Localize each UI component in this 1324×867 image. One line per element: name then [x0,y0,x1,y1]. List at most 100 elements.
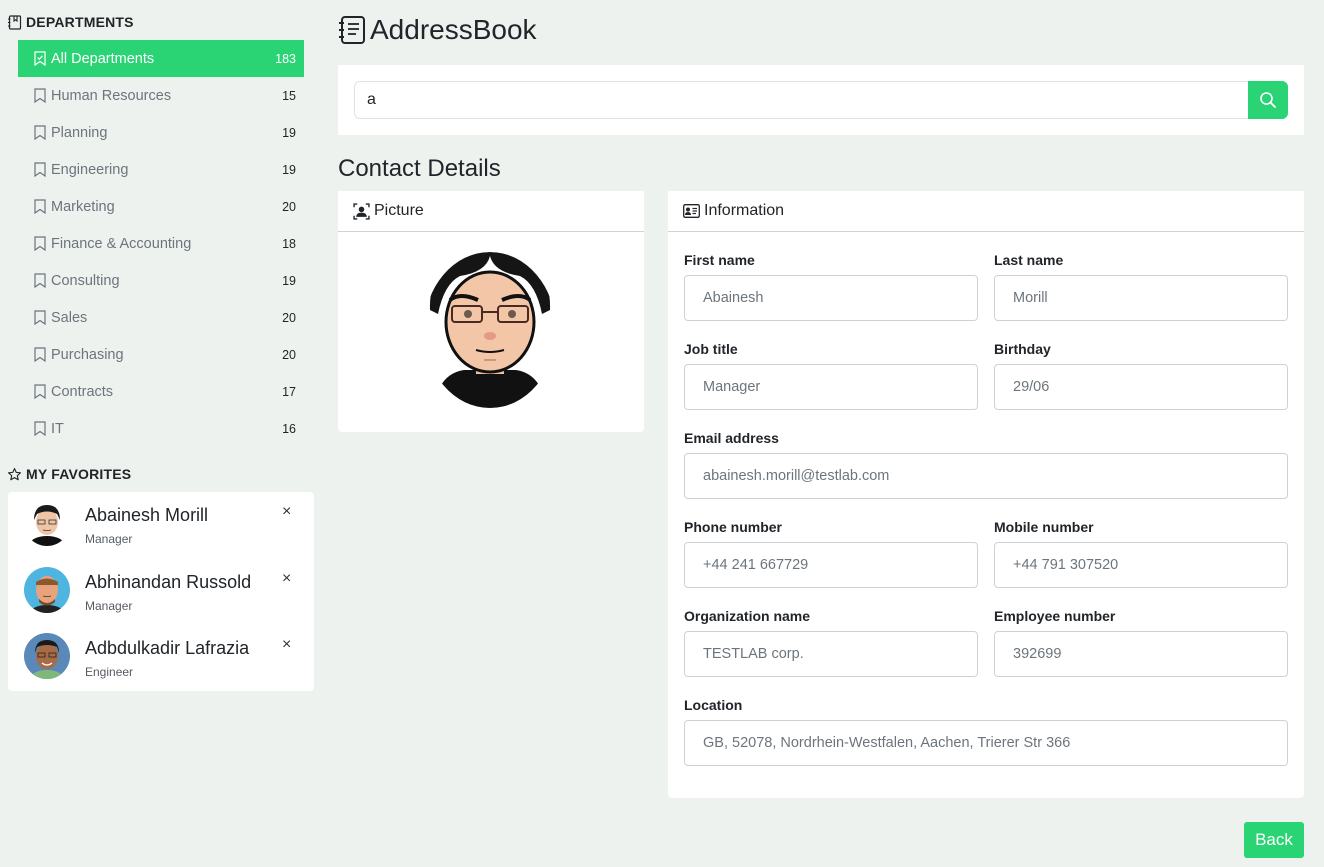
information-card: Information First name Last name Job tit… [668,191,1304,798]
remove-favorite-close-icon[interactable]: × [282,504,291,520]
job-title-field[interactable] [684,364,978,410]
department-label: Consulting [51,272,120,289]
favorites-list: Abainesh Morill Manager × Abhinandan Rus… [8,492,314,691]
phone-label: Phone number [684,519,783,535]
avatar [24,500,70,546]
department-label: Contracts [51,383,114,400]
app-title: AddressBook [370,14,537,45]
department-label: Human Resources [51,87,172,104]
bookmark-icon [34,236,46,251]
last-name-field[interactable] [994,275,1288,321]
department-count: 183 [275,51,296,66]
department-item-it[interactable]: IT 16 [18,410,304,447]
book-bookmark-icon [8,14,22,30]
mobile-label: Mobile number [994,519,1094,535]
department-count: 15 [282,88,296,103]
favorite-name: Abainesh Morill [85,505,209,525]
bookmark-icon [34,310,46,325]
address-book-icon [339,16,365,44]
bookmark-icon [34,125,46,140]
department-item-consulting[interactable]: Consulting 19 [18,262,304,299]
bookmark-icon [34,199,46,214]
bookmark-check-icon [34,51,46,66]
first-name-field[interactable] [684,275,978,321]
favorite-item[interactable]: Adbdulkadir Lafrazia Engineer × [8,625,314,692]
bookmark-icon [34,421,46,436]
department-item-finance-accounting[interactable]: Finance & Accounting 18 [18,225,304,262]
information-card-title: Information [704,202,785,219]
organization-field[interactable] [684,631,978,677]
favorites-header: MY FAVORITES [7,466,131,482]
department-label: All Departments [51,50,155,67]
department-count: 20 [282,347,296,362]
picture-card-title: Picture [374,202,424,219]
department-item-sales[interactable]: Sales 20 [18,299,304,336]
favorite-item[interactable]: Abainesh Morill Manager × [8,492,314,559]
department-label: IT [51,420,64,437]
search-icon [1260,92,1276,108]
back-button[interactable]: Back [1244,822,1304,858]
bookmark-icon [34,162,46,177]
person-vcard-icon [683,204,700,218]
email-label: Email address [684,430,779,446]
search-bar [338,65,1304,135]
employee-number-label: Employee number [994,608,1116,624]
contact-avatar-image [424,252,556,408]
department-count: 19 [282,273,296,288]
picture-card-header: Picture [338,191,644,232]
remove-favorite-close-icon[interactable]: × [282,570,291,587]
employee-number-field[interactable] [994,631,1288,677]
department-item-planning[interactable]: Planning 19 [18,114,304,151]
favorite-item[interactable]: Abhinandan Russold Manager × [8,559,314,626]
favorite-role: Manager [85,532,133,546]
favorite-role: Engineer [85,665,134,679]
information-card-header: Information [668,191,1304,232]
search-input[interactable] [354,81,1249,119]
department-label: Marketing [51,198,115,215]
departments-title: DEPARTMENTS [26,14,134,30]
department-label: Finance & Accounting [51,235,192,252]
department-count: 18 [282,236,296,251]
bookmark-icon [34,384,46,399]
contact-details-title: Contact Details [338,155,501,182]
department-count: 20 [282,199,296,214]
person-bounding-box-icon [353,202,370,220]
department-item-human-resources[interactable]: Human Resources 15 [18,77,304,114]
department-item-engineering[interactable]: Engineering 19 [18,151,304,188]
app-header: AddressBook [338,14,537,46]
department-label: Planning [51,124,108,141]
avatar [24,633,70,679]
birthday-field[interactable] [994,364,1288,410]
organization-label: Organization name [684,608,811,624]
picture-card: Picture [338,191,644,432]
picture-body [338,232,644,432]
bookmark-icon [34,88,46,103]
department-count: 20 [282,310,296,325]
department-list: All Departments 183 Human Resources 15 P… [18,40,304,447]
remove-favorite-close-icon[interactable]: × [282,637,291,653]
department-label: Purchasing [51,346,124,363]
birthday-label: Birthday [994,341,1051,357]
last-name-label: Last name [994,252,1064,268]
bookmark-icon [34,273,46,288]
department-count: 19 [282,125,296,140]
department-item-purchasing[interactable]: Purchasing 20 [18,336,304,373]
department-item-marketing[interactable]: Marketing 20 [18,188,304,225]
email-field[interactable] [684,453,1288,499]
department-label: Sales [51,309,88,326]
department-count: 17 [282,384,296,399]
favorites-title: MY FAVORITES [26,466,132,482]
favorite-name: Adbdulkadir Lafrazia [85,638,250,658]
search-button[interactable] [1248,81,1288,119]
favorite-name: Abhinandan Russold [85,571,252,592]
location-field[interactable] [684,720,1288,766]
department-label: Engineering [51,161,129,178]
department-item-contracts[interactable]: Contracts 17 [18,373,304,410]
departments-header: DEPARTMENTS [8,14,134,30]
phone-field[interactable] [684,542,978,588]
favorite-role: Manager [85,598,133,613]
job-title-label: Job title [684,341,738,357]
department-item-all[interactable]: All Departments 183 [18,40,304,77]
department-count: 16 [282,421,296,436]
mobile-field[interactable] [994,542,1288,588]
